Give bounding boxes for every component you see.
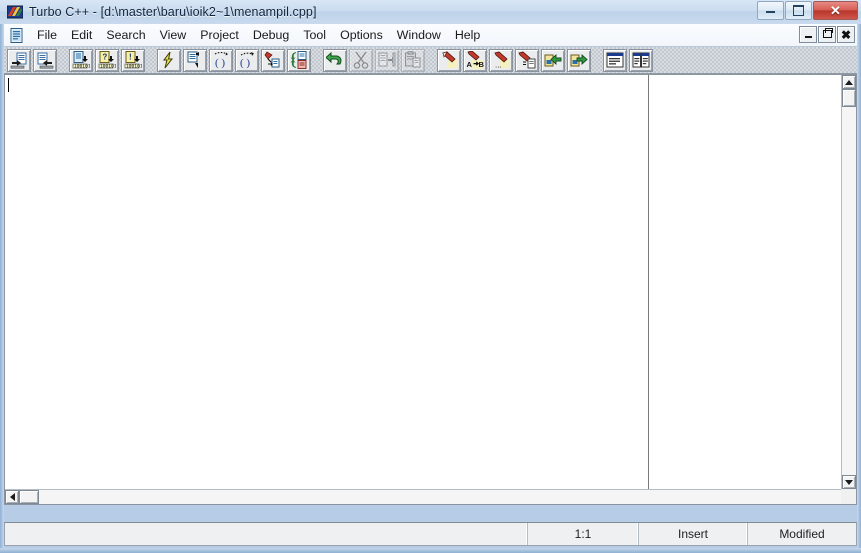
cut-icon[interactable] xyxy=(349,48,373,72)
menu-view[interactable]: View xyxy=(153,25,194,45)
svg-text:?: ? xyxy=(102,53,107,62)
next-bookmark-icon[interactable] xyxy=(567,48,591,72)
title-bar[interactable]: Turbo C++ - [d:\master\baru\ioik2~1\mena… xyxy=(0,0,861,24)
find-in-files-icon[interactable] xyxy=(515,48,539,72)
text-caret xyxy=(8,78,9,92)
window-controls: ✕ xyxy=(756,1,858,21)
svg-text:...: ... xyxy=(495,61,502,70)
scroll-up-icon xyxy=(845,79,853,85)
toolbar-group-run: ( ) ( ) xyxy=(154,48,314,72)
svg-text:100101: 100101 xyxy=(74,63,90,69)
scroll-up-button[interactable] xyxy=(842,75,856,89)
code-editor[interactable] xyxy=(5,75,841,489)
toolbar-group-search: A B ... xyxy=(434,48,594,72)
menu-debug[interactable]: Debug xyxy=(246,25,297,45)
find-options-icon[interactable]: ... xyxy=(489,48,513,72)
menu-options[interactable]: Options xyxy=(333,25,390,45)
close-button[interactable]: ✕ xyxy=(813,1,858,20)
svg-text:!: ! xyxy=(129,53,132,62)
toolbar-group-project: 100101 ? 100101 ! 100101 xyxy=(66,48,148,72)
horizontal-scrollbar[interactable] xyxy=(5,489,841,504)
toolbar-group-file xyxy=(4,48,60,72)
document-icon[interactable] xyxy=(10,27,24,43)
toolbar: 100101 ? 100101 ! 100101 () () A B ... xyxy=(4,47,857,74)
svg-text:( ): ( ) xyxy=(215,57,225,69)
vertical-scroll-thumb[interactable] xyxy=(842,89,856,107)
horizontal-scroll-track[interactable] xyxy=(39,490,841,504)
status-bar: 1:1 Insert Modified xyxy=(4,522,857,546)
maximize-button[interactable] xyxy=(785,1,812,20)
find-icon[interactable] xyxy=(437,48,461,72)
status-message xyxy=(5,523,527,545)
status-insert-mode[interactable]: Insert xyxy=(638,523,747,545)
scroll-left-button[interactable] xyxy=(5,490,19,504)
mdi-window-controls: ✖ xyxy=(798,26,855,43)
turbo-cpp-window: Turbo C++ - [d:\master\baru\ioik2~1\mena… xyxy=(0,0,861,553)
window-border-right xyxy=(857,0,861,553)
menu-help[interactable]: Help xyxy=(448,25,487,45)
svg-text:A: A xyxy=(467,60,473,69)
status-modified-state: Modified xyxy=(747,523,856,545)
svg-text:( ): ( ) xyxy=(240,57,250,69)
undo-icon[interactable] xyxy=(323,48,347,72)
run-lightning-icon[interactable] xyxy=(157,48,181,72)
menu-file[interactable]: File xyxy=(30,25,64,45)
menu-search[interactable]: Search xyxy=(99,25,152,45)
vertical-scrollbar[interactable] xyxy=(841,75,856,489)
scroll-down-icon xyxy=(845,479,853,485)
mdi-minimize-icon xyxy=(804,36,812,38)
scrollbar-corner xyxy=(841,489,856,504)
replace-icon[interactable]: A B xyxy=(463,48,487,72)
menu-project[interactable]: Project xyxy=(193,25,246,45)
step-over-icon[interactable] xyxy=(183,48,207,72)
close-icon: ✕ xyxy=(830,3,841,18)
window-list-icon[interactable] xyxy=(603,48,627,72)
svg-text:B: B xyxy=(479,60,485,69)
mdi-restore-button[interactable] xyxy=(818,26,836,43)
menu-tool[interactable]: Tool xyxy=(296,25,333,45)
menu-window[interactable]: Window xyxy=(390,25,448,45)
editor-client-area xyxy=(4,74,857,505)
help-target-icon[interactable]: ? 100101 xyxy=(95,48,119,72)
copy-icon[interactable] xyxy=(375,48,399,72)
step-out-icon[interactable]: ( ) xyxy=(235,48,259,72)
svg-text:100101: 100101 xyxy=(126,63,142,69)
compile-unit-icon[interactable]: 100101 xyxy=(69,48,93,72)
vertical-scroll-track[interactable] xyxy=(842,107,856,475)
menu-bar: File Edit Search View Project Debug Tool… xyxy=(4,24,857,47)
svg-text:100101: 100101 xyxy=(100,63,116,69)
window-title: Turbo C++ - [d:\master\baru\ioik2~1\mena… xyxy=(29,5,317,19)
turbo-cpp-icon[interactable] xyxy=(6,4,24,20)
horizontal-scroll-thumb[interactable] xyxy=(19,490,39,504)
mdi-restore-icon xyxy=(822,27,833,38)
window-border-bottom xyxy=(0,548,861,553)
trace-into-icon[interactable]: ( ) xyxy=(209,48,233,72)
previous-bookmark-icon[interactable] xyxy=(541,48,565,72)
toolbar-group-edit xyxy=(320,48,428,72)
scroll-left-icon xyxy=(9,493,15,501)
toolbar-group-window xyxy=(600,48,656,72)
menu-edit[interactable]: Edit xyxy=(64,25,99,45)
swap-source-icon[interactable] xyxy=(287,48,311,72)
mdi-close-icon: ✖ xyxy=(840,27,852,42)
tile-windows-icon[interactable] xyxy=(629,48,653,72)
right-margin-line xyxy=(648,75,649,504)
status-cursor-position: 1:1 xyxy=(527,523,638,545)
minimize-icon xyxy=(766,8,775,13)
mdi-minimize-button[interactable] xyxy=(799,26,817,43)
build-target-icon[interactable]: ! 100101 xyxy=(121,48,145,72)
scroll-down-button[interactable] xyxy=(842,475,856,489)
minimize-button[interactable] xyxy=(757,1,784,20)
paste-icon[interactable] xyxy=(401,48,425,72)
mdi-close-button[interactable]: ✖ xyxy=(837,26,855,43)
goto-definition-icon[interactable] xyxy=(261,48,285,72)
save-file-icon[interactable] xyxy=(33,48,57,72)
maximize-icon xyxy=(793,5,804,16)
open-file-icon[interactable] xyxy=(7,48,31,72)
